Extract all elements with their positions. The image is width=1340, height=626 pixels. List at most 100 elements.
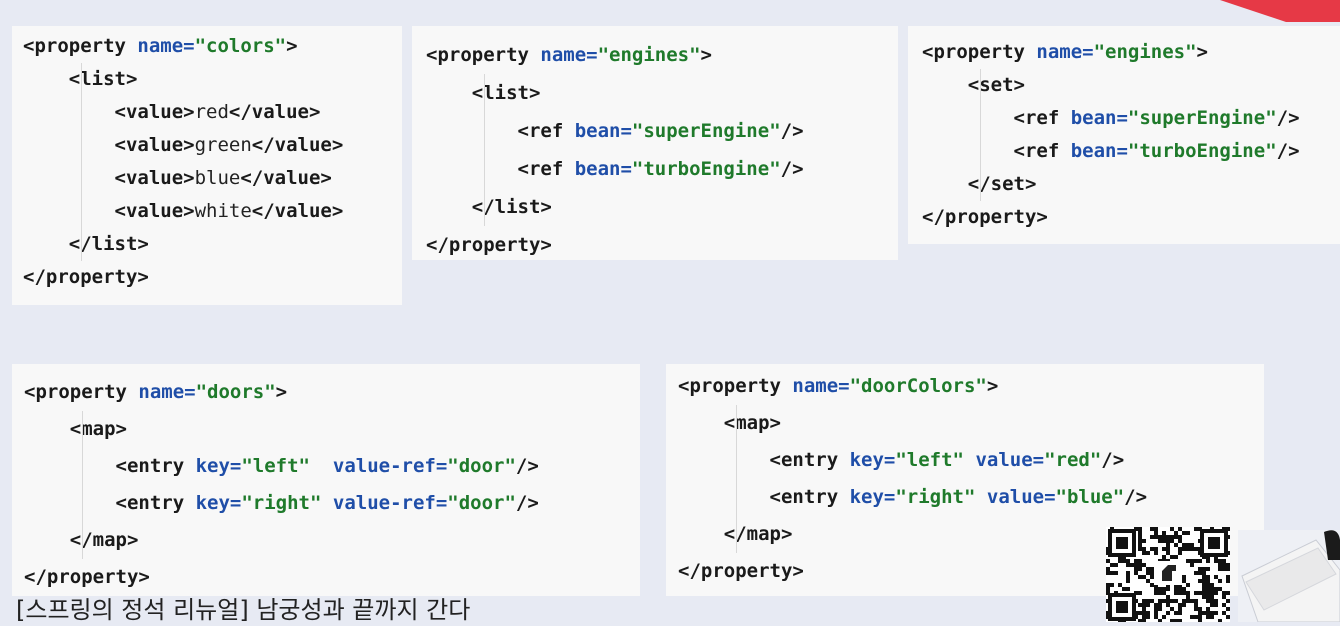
code-line: </property> (922, 201, 1048, 234)
code-token: name= (792, 375, 850, 397)
code-token: </property> (678, 560, 804, 582)
code-token: name= (540, 44, 598, 66)
code-line: <property name="doorColors"> (678, 368, 998, 405)
code-token: <entry (678, 486, 850, 508)
code-token: white (194, 200, 252, 222)
code-token: bean= (574, 158, 632, 180)
code-line: </property> (426, 226, 552, 264)
code-line: <ref bean="turboEngine"/> (426, 150, 804, 188)
code-token: "engines" (597, 44, 701, 66)
code-token: value= (975, 449, 1045, 471)
code-token: bean= (1070, 107, 1128, 129)
code-token: "engines" (1093, 41, 1197, 63)
code-line: <entry key="right" value-ref="door"/> (24, 485, 539, 522)
code-token: <ref (922, 140, 1071, 162)
code-token: key= (849, 486, 896, 508)
code-line: <value>white</value> (23, 195, 344, 228)
code-token: </list> (23, 233, 149, 255)
code-token: <entry (678, 449, 850, 471)
code-token: <value> (23, 134, 195, 156)
code-token: value= (986, 486, 1056, 508)
code-token: "doors" (195, 381, 276, 403)
code-token: <ref (426, 158, 575, 180)
code-token: <property (426, 44, 541, 66)
code-token: key= (195, 455, 242, 477)
corner-decoration (1220, 0, 1340, 22)
code-token: > (986, 375, 999, 397)
indent-guide (736, 405, 737, 553)
code-token: <property (922, 41, 1037, 63)
code-token: /> (1276, 107, 1300, 129)
code-token: <property (24, 381, 139, 403)
code-token: "left" (895, 449, 964, 471)
code-token: <map> (24, 418, 127, 440)
code-line: <map> (678, 405, 781, 442)
code-token: "blue" (1055, 486, 1125, 508)
code-token: </property> (922, 206, 1048, 228)
code-token: <map> (678, 412, 781, 434)
code-line: <ref bean="superEngine"/> (426, 112, 804, 150)
code-token: /> (1276, 140, 1300, 162)
code-token: "superEngine" (1127, 107, 1277, 129)
code-token: "right" (895, 486, 976, 508)
code-token: > (286, 35, 298, 57)
code-line: <value>green</value> (23, 129, 344, 162)
code-line: <property name="colors"> (23, 30, 298, 63)
code-token: <entry (24, 492, 196, 514)
code-token: "turboEngine" (1127, 140, 1277, 162)
code-line: </property> (678, 553, 804, 590)
code-token: </value> (251, 134, 344, 156)
code-token: </property> (24, 566, 150, 588)
code-token: red (194, 101, 229, 123)
code-token: <ref (426, 120, 575, 142)
code-line: </list> (426, 188, 552, 226)
code-token: "doorColors" (849, 375, 987, 397)
code-panel-engines-set: <property name="engines"> <set> <ref bea… (908, 26, 1340, 244)
code-token: "left" (241, 455, 310, 477)
code-token: bean= (574, 120, 632, 142)
code-token: value-ref= (332, 455, 448, 477)
code-token: <entry (24, 455, 196, 477)
code-line: <value>blue</value> (23, 162, 332, 195)
code-token: > (1196, 41, 1208, 63)
code-token: key= (195, 492, 242, 514)
code-token: <value> (23, 101, 195, 123)
code-token: "colors" (194, 35, 287, 57)
code-token: "door" (447, 455, 516, 477)
code-line: <entry key="left" value-ref="door"/> (24, 448, 539, 485)
code-token: "turboEngine" (631, 158, 781, 180)
code-token: /> (780, 158, 804, 180)
code-token: bean= (1070, 140, 1128, 162)
code-token: > (700, 44, 712, 66)
code-token: /> (780, 120, 804, 142)
indent-guide (81, 63, 82, 261)
code-token: "door" (447, 492, 516, 514)
code-token: green (194, 134, 252, 156)
code-token: </value> (228, 101, 321, 123)
presenter-image (1238, 530, 1340, 623)
code-token: /> (515, 455, 539, 477)
code-token: > (275, 381, 288, 403)
code-token: value-ref= (332, 492, 448, 514)
code-line: <property name="engines"> (426, 36, 712, 74)
video-caption: [스프링의 정석 리뉴얼] 남궁성과 끝까지 간다 (16, 596, 471, 624)
code-token: <ref (922, 107, 1071, 129)
code-line: <set> (922, 69, 1025, 102)
code-line: <ref bean="superEngine"/> (922, 102, 1300, 135)
code-line: <map> (24, 411, 127, 448)
code-token: name= (138, 381, 196, 403)
code-line: <value>red</value> (23, 96, 321, 129)
indent-guide (484, 74, 485, 226)
code-token: key= (849, 449, 896, 471)
code-token: <set> (922, 74, 1025, 96)
code-token: </property> (23, 266, 149, 288)
code-panel-colors-list: <property name="colors"> <list> <value>r… (12, 26, 402, 305)
code-panel-doors-map: <property name="doors"> <map> <entry key… (12, 364, 640, 596)
code-token: "superEngine" (631, 120, 781, 142)
code-line: <ref bean="turboEngine"/> (922, 135, 1300, 168)
code-token: /> (1101, 449, 1125, 471)
code-token: /> (1124, 486, 1148, 508)
